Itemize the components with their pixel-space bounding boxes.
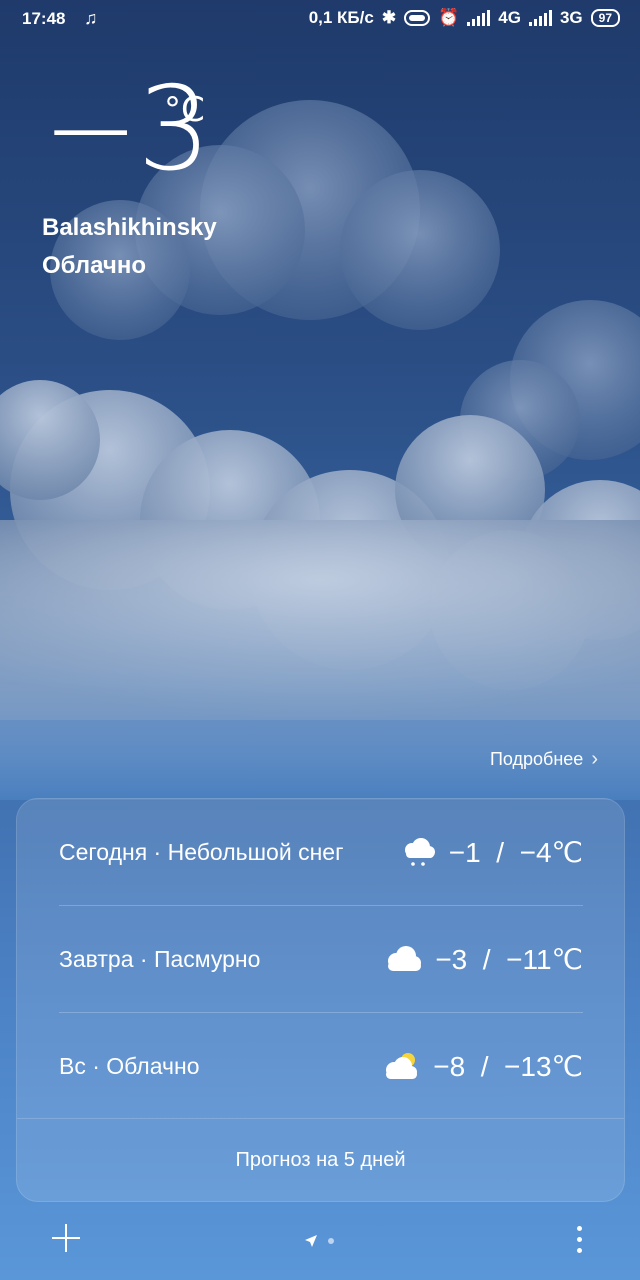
signal-icon [528, 10, 552, 26]
current-condition: Облачно [42, 252, 146, 279]
add-city-button[interactable] [50, 1222, 82, 1254]
network-type-1: 4G [498, 8, 521, 27]
status-icons: 0,1 КБ/с ✱ ⏰ 4G 3G 97 [309, 8, 620, 28]
forecast-temps: −8 / −13℃ [433, 1050, 583, 1082]
temperature-unit: °C [164, 90, 205, 130]
menu-dot [576, 1237, 582, 1242]
signal-icon [467, 10, 491, 26]
alarm-icon: ⏰ [438, 8, 460, 27]
forecast-label: Завтра · Пасмурно [59, 945, 261, 972]
light-snow-icon [404, 838, 435, 866]
status-time: 17:48 [22, 9, 66, 28]
toggle-icon [404, 10, 431, 26]
chevron-right-icon: › [591, 748, 598, 770]
five-day-forecast-button[interactable]: Прогноз на 5 дней [17, 1118, 624, 1201]
more-details-link[interactable]: Подробнее › [490, 748, 598, 771]
more-details-label: Подробнее [489, 749, 584, 769]
page-dot [328, 1238, 334, 1244]
location-name[interactable]: Balashikhinsky [42, 214, 217, 242]
network-type-2: 3G [559, 8, 583, 27]
overflow-menu-button[interactable] [574, 1226, 584, 1256]
music-note-icon: ♫ [84, 8, 98, 28]
battery-icon: 97 [590, 9, 620, 27]
forecast-temps: −1 / −4℃ [448, 836, 583, 868]
overcast-icon [388, 946, 422, 971]
network-speed: 0,1 КБ/с [308, 8, 374, 27]
bluetooth-icon: ✱ [381, 8, 397, 27]
menu-dot [576, 1248, 582, 1253]
forecast-label: Вс · Облачно [59, 1052, 200, 1079]
forecast-row-today[interactable]: Сегодня · Небольшой снег −1 / −4℃ [59, 799, 583, 905]
forecast-row-sunday[interactable]: Вс · Облачно −8 / −13℃ [59, 1013, 583, 1119]
forecast-temps: −3 / −11℃ [435, 943, 583, 975]
forecast-row-tomorrow[interactable]: Завтра · Пасмурно −3 / −11℃ [59, 906, 583, 1012]
partly-cloudy-icon [386, 1053, 418, 1079]
forecast-card: Сегодня · Небольшой снег −1 / −4℃ Завтра… [16, 798, 625, 1202]
status-bar: 17:48 ♫ 0,1 КБ/с ✱ ⏰ 4G 3G 97 [0, 0, 640, 40]
page-indicator [304, 1234, 334, 1248]
menu-dot [576, 1226, 582, 1231]
location-arrow-icon [305, 1235, 317, 1247]
forecast-label: Сегодня · Небольшой снег [59, 838, 344, 865]
